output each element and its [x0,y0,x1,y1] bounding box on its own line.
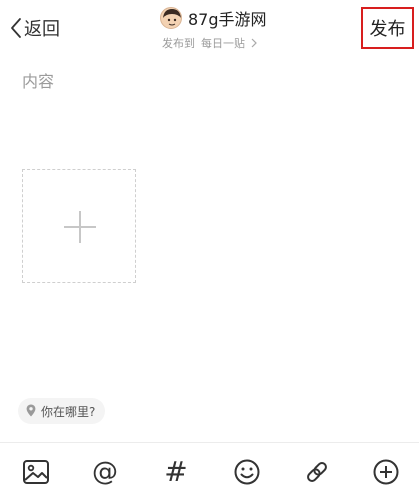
forum-prefix: 发布到 [162,36,195,50]
location-button[interactable]: 你在哪里? [18,398,106,424]
add-image-button[interactable] [22,169,136,283]
emoji-button[interactable] [231,456,263,488]
location-pin-icon [26,402,36,421]
insert-image-button[interactable] [20,456,52,488]
hashtag-icon: # [164,455,188,488]
mention-button[interactable]: @ [89,456,121,488]
back-label: 返回 [24,19,60,40]
back-button[interactable]: 返回 [10,14,60,42]
hashtag-button[interactable]: # [160,456,192,488]
forum-selector[interactable]: 发布到 每日一贴 [162,33,257,52]
bottom-toolbar: @ # [0,442,419,499]
chevron-left-icon [10,17,22,39]
post-editor-page: 返回 87g手游网 发布到 每日一贴 发布 内容 你在哪里? @ # [0,0,419,499]
header: 返回 87g手游网 发布到 每日一贴 发布 [0,0,419,58]
location-label: 你在哪里? [41,404,96,419]
emoji-icon [233,458,261,486]
forum-name: 每日一贴 [201,36,245,50]
author-name: 87g手游网 [188,10,267,29]
content-input[interactable] [22,66,402,96]
plus-circle-icon [372,458,400,486]
at-icon: @ [92,457,118,487]
publish-button[interactable]: 发布 [361,7,414,49]
avatar [160,7,182,29]
image-icon [22,459,50,485]
more-button[interactable] [370,456,402,488]
chevron-right-icon [251,33,257,52]
link-button[interactable] [301,456,333,488]
link-icon [303,458,331,486]
author-info: 87g手游网 [160,6,267,30]
